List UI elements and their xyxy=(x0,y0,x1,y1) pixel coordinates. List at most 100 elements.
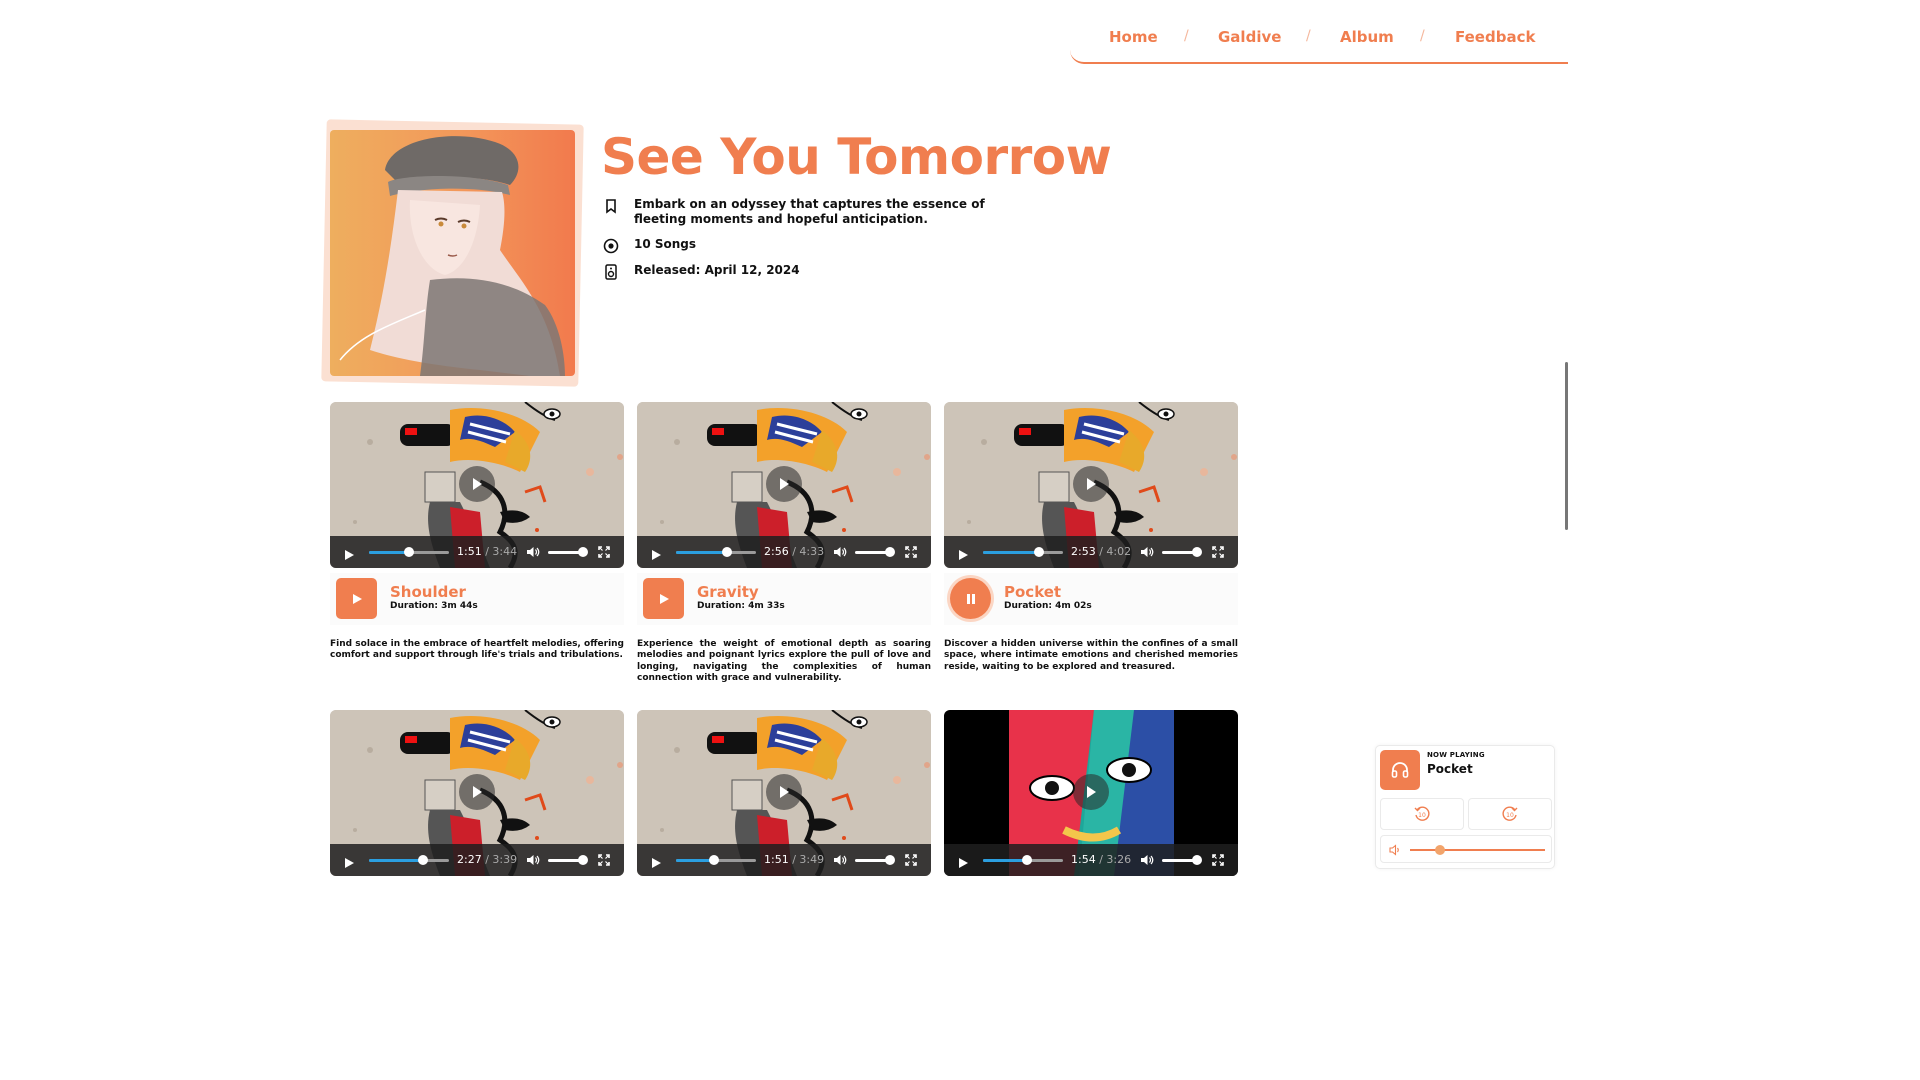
video-seek-knob[interactable] xyxy=(418,855,428,865)
play-song-button[interactable] xyxy=(643,578,684,619)
pause-button[interactable] xyxy=(950,578,991,619)
video-play-button[interactable] xyxy=(651,546,662,565)
volume-slider-knob[interactable] xyxy=(1435,845,1445,855)
pause-icon xyxy=(966,593,975,604)
song-title[interactable]: Gravity xyxy=(697,583,759,601)
video-volume-knob[interactable] xyxy=(885,855,895,865)
volume-icon[interactable] xyxy=(833,545,847,559)
disc-icon xyxy=(603,238,619,254)
video-play-overlay-button[interactable] xyxy=(459,774,495,810)
nav-feedback-link[interactable]: Feedback xyxy=(1455,28,1535,46)
video-volume-slider[interactable] xyxy=(855,547,895,557)
volume-icon[interactable] xyxy=(833,853,847,867)
rewind-10-button[interactable]: 10 xyxy=(1380,798,1464,830)
video-volume-knob[interactable] xyxy=(578,855,588,865)
fullscreen-icon[interactable] xyxy=(598,546,610,558)
video-volume-knob[interactable] xyxy=(1192,547,1202,557)
fullscreen-icon[interactable] xyxy=(905,854,917,866)
track-card: 2:53 / 4:02 Pocket Duration: 4m 02s Disc… xyxy=(944,402,1238,673)
video-player[interactable]: 1:54 / 3:26 xyxy=(944,710,1238,876)
video-seek-knob[interactable] xyxy=(709,855,719,865)
video-seek-knob[interactable] xyxy=(722,547,732,557)
video-controls: 2:56 / 4:33 xyxy=(637,536,931,568)
volume-icon[interactable] xyxy=(526,545,540,559)
video-play-overlay-button[interactable] xyxy=(1073,774,1109,810)
bookmark-icon xyxy=(606,199,616,214)
fullscreen-icon[interactable] xyxy=(1212,546,1224,558)
forward-10-button[interactable]: 10 xyxy=(1468,798,1552,830)
video-seek-knob[interactable] xyxy=(1022,855,1032,865)
song-duration: Duration: 4m 33s xyxy=(697,601,785,611)
song-description: Discover a hidden universe within the co… xyxy=(944,639,1238,672)
video-play-button[interactable] xyxy=(958,546,969,565)
volume-icon[interactable] xyxy=(526,853,540,867)
video-seek-bar[interactable] xyxy=(983,547,1063,557)
album-description-row: Embark on an odyssey that captures the e… xyxy=(603,197,1014,227)
now-playing-volume[interactable] xyxy=(1380,835,1552,863)
video-volume-slider[interactable] xyxy=(1162,547,1202,557)
track-card: 1:51 / 3:44 Shoulder Duration: 3m 44s Fi… xyxy=(330,402,624,662)
track-card: 2:27 / 3:39 xyxy=(330,710,624,876)
volume-slider-track[interactable] xyxy=(1410,849,1545,851)
song-description: Find solace in the embrace of heartfelt … xyxy=(330,639,624,661)
video-play-button[interactable] xyxy=(958,854,969,873)
video-volume-knob[interactable] xyxy=(885,547,895,557)
video-play-overlay-button[interactable] xyxy=(766,774,802,810)
nav-home-link[interactable]: Home xyxy=(1109,28,1158,46)
video-total-time: 4:33 xyxy=(799,545,825,558)
video-volume-knob[interactable] xyxy=(578,547,588,557)
video-player[interactable]: 1:51 / 3:44 xyxy=(330,402,624,568)
video-play-button[interactable] xyxy=(651,854,662,873)
video-player[interactable]: 2:53 / 4:02 xyxy=(944,402,1238,568)
video-play-button[interactable] xyxy=(344,546,355,565)
album-cover-frame xyxy=(321,119,584,387)
nav-album-link[interactable]: Album xyxy=(1340,28,1394,46)
page-scrollbar[interactable] xyxy=(1565,362,1568,530)
fullscreen-icon[interactable] xyxy=(598,854,610,866)
video-volume-knob[interactable] xyxy=(1192,855,1202,865)
fullscreen-icon[interactable] xyxy=(905,546,917,558)
play-icon xyxy=(1087,786,1096,798)
video-play-overlay-button[interactable] xyxy=(766,466,802,502)
video-seek-knob[interactable] xyxy=(1034,547,1044,557)
video-seek-bar[interactable] xyxy=(676,855,756,865)
video-seek-knob[interactable] xyxy=(404,547,414,557)
track-card: 1:51 / 3:49 xyxy=(637,710,931,876)
speaker-icon xyxy=(605,264,617,280)
video-volume-slider[interactable] xyxy=(1162,855,1202,865)
song-row: Gravity Duration: 4m 33s xyxy=(637,573,931,625)
video-play-overlay-button[interactable] xyxy=(1073,466,1109,502)
video-seek-bar[interactable] xyxy=(676,547,756,557)
volume-icon[interactable] xyxy=(1140,853,1154,867)
video-play-button[interactable] xyxy=(344,854,355,873)
video-player[interactable]: 1:51 / 3:49 xyxy=(637,710,931,876)
video-seek-fill xyxy=(676,551,727,554)
nav-separator: / xyxy=(1184,28,1189,44)
song-title[interactable]: Shoulder xyxy=(390,583,466,601)
video-seek-bar[interactable] xyxy=(369,547,449,557)
video-seek-bar[interactable] xyxy=(369,855,449,865)
video-volume-slider[interactable] xyxy=(548,547,588,557)
video-play-overlay-button[interactable] xyxy=(459,466,495,502)
video-seek-bar[interactable] xyxy=(983,855,1063,865)
volume-icon xyxy=(1389,844,1399,856)
song-duration: Duration: 4m 02s xyxy=(1004,601,1092,611)
video-seek-fill xyxy=(369,859,423,862)
album-release-row: Released: April 12, 2024 xyxy=(603,263,1014,280)
volume-icon[interactable] xyxy=(1140,545,1154,559)
video-volume-slider[interactable] xyxy=(855,855,895,865)
video-volume-slider[interactable] xyxy=(548,855,588,865)
video-player[interactable]: 2:56 / 4:33 xyxy=(637,402,931,568)
nav-separator: / xyxy=(1306,28,1311,44)
video-current-time: 1:51 xyxy=(457,545,482,558)
play-icon xyxy=(780,478,789,490)
video-total-time: 3:26 xyxy=(1106,853,1132,866)
video-player[interactable]: 2:27 / 3:39 xyxy=(330,710,624,876)
album-cover-image xyxy=(330,130,575,376)
song-title[interactable]: Pocket xyxy=(1004,583,1061,601)
rewind-10-icon: 10 xyxy=(1414,806,1430,821)
play-song-button[interactable] xyxy=(336,578,377,619)
fullscreen-icon[interactable] xyxy=(1212,854,1224,866)
nav-galdive-link[interactable]: Galdive xyxy=(1218,28,1281,46)
play-icon xyxy=(659,593,669,604)
